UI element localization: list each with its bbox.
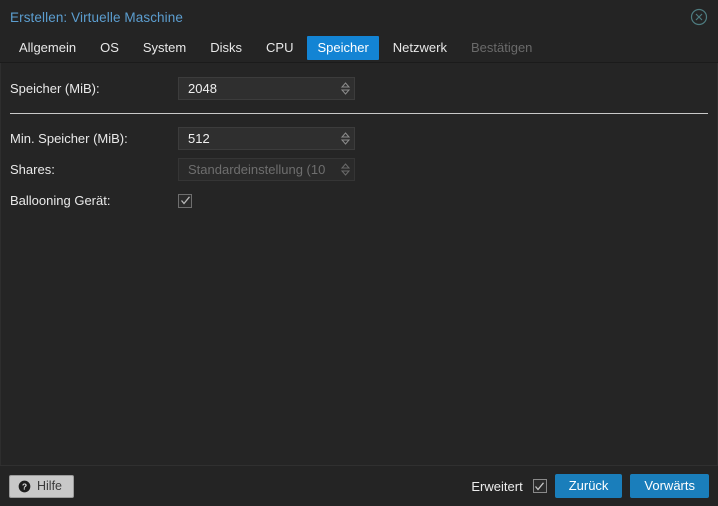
row-ballooning: Ballooning Gerät: [1,185,717,216]
advanced-checkbox[interactable] [532,479,547,493]
shares-field: Standardeinstellung (10 [178,158,355,181]
spinner-up-down-icon [336,159,354,180]
shares-label: Shares: [10,162,55,177]
dialog-footer: ? Hilfe Erweitert Zurück Vorwärts [0,465,718,506]
row-min-memory: Min. Speicher (MiB): 512 [1,123,717,154]
create-vm-dialog: Erstellen: Virtuelle Maschine Allgemein … [0,0,718,506]
memory-field[interactable]: 2048 [178,77,355,100]
close-circle-icon[interactable] [689,7,709,27]
row-shares: Shares: Standardeinstellung (10 [1,154,717,185]
min-memory-field[interactable]: 512 [178,127,355,150]
dialog-titlebar: Erstellen: Virtuelle Maschine [0,0,718,34]
tab-system[interactable]: System [133,36,196,60]
tab-bestaetigen: Bestätigen [470,40,533,55]
min-memory-label: Min. Speicher (MiB): [10,131,128,146]
shares-value: Standardeinstellung (10 [188,162,326,177]
spinner-up-down-icon[interactable] [336,128,354,149]
help-button-label: Hilfe [37,479,63,493]
back-button[interactable]: Zurück [554,474,623,498]
memory-form: Speicher (MiB): 2048 Min. Speicher (MiB)… [1,63,717,216]
tab-os[interactable]: OS [90,36,129,60]
tab-disks[interactable]: Disks [200,36,252,60]
dialog-content: Speicher (MiB): 2048 Min. Speicher (MiB)… [0,63,718,465]
tab-speicher[interactable]: Speicher [307,36,379,60]
footer-actions: Erweitert Zurück Vorwärts [471,474,709,498]
ballooning-checkbox[interactable] [178,193,192,208]
tab-netzwerk[interactable]: Netzwerk [383,36,457,60]
wizard-tabbar: Allgemein OS System Disks CPU Speicher N… [0,34,718,63]
memory-value[interactable]: 2048 [179,81,336,96]
question-mark-circle-icon: ? [18,480,31,492]
help-button[interactable]: ? Hilfe [9,474,75,498]
checkmark-icon [180,196,190,205]
tab-cpu[interactable]: CPU [256,36,303,60]
checkmark-icon [535,481,545,491]
advanced-label: Erweitert [471,478,523,494]
dialog-title: Erstellen: Virtuelle Maschine [10,9,183,25]
spinner-up-down-icon[interactable] [336,78,354,99]
min-memory-value[interactable]: 512 [179,131,336,146]
memory-label: Speicher (MiB): [10,81,100,96]
next-button[interactable]: Vorwärts [630,474,709,498]
ballooning-label: Ballooning Gerät: [10,193,111,208]
tab-allgemein[interactable]: Allgemein [9,36,86,60]
row-memory: Speicher (MiB): 2048 [1,73,717,104]
svg-text:?: ? [22,481,27,491]
section-divider [10,113,708,114]
